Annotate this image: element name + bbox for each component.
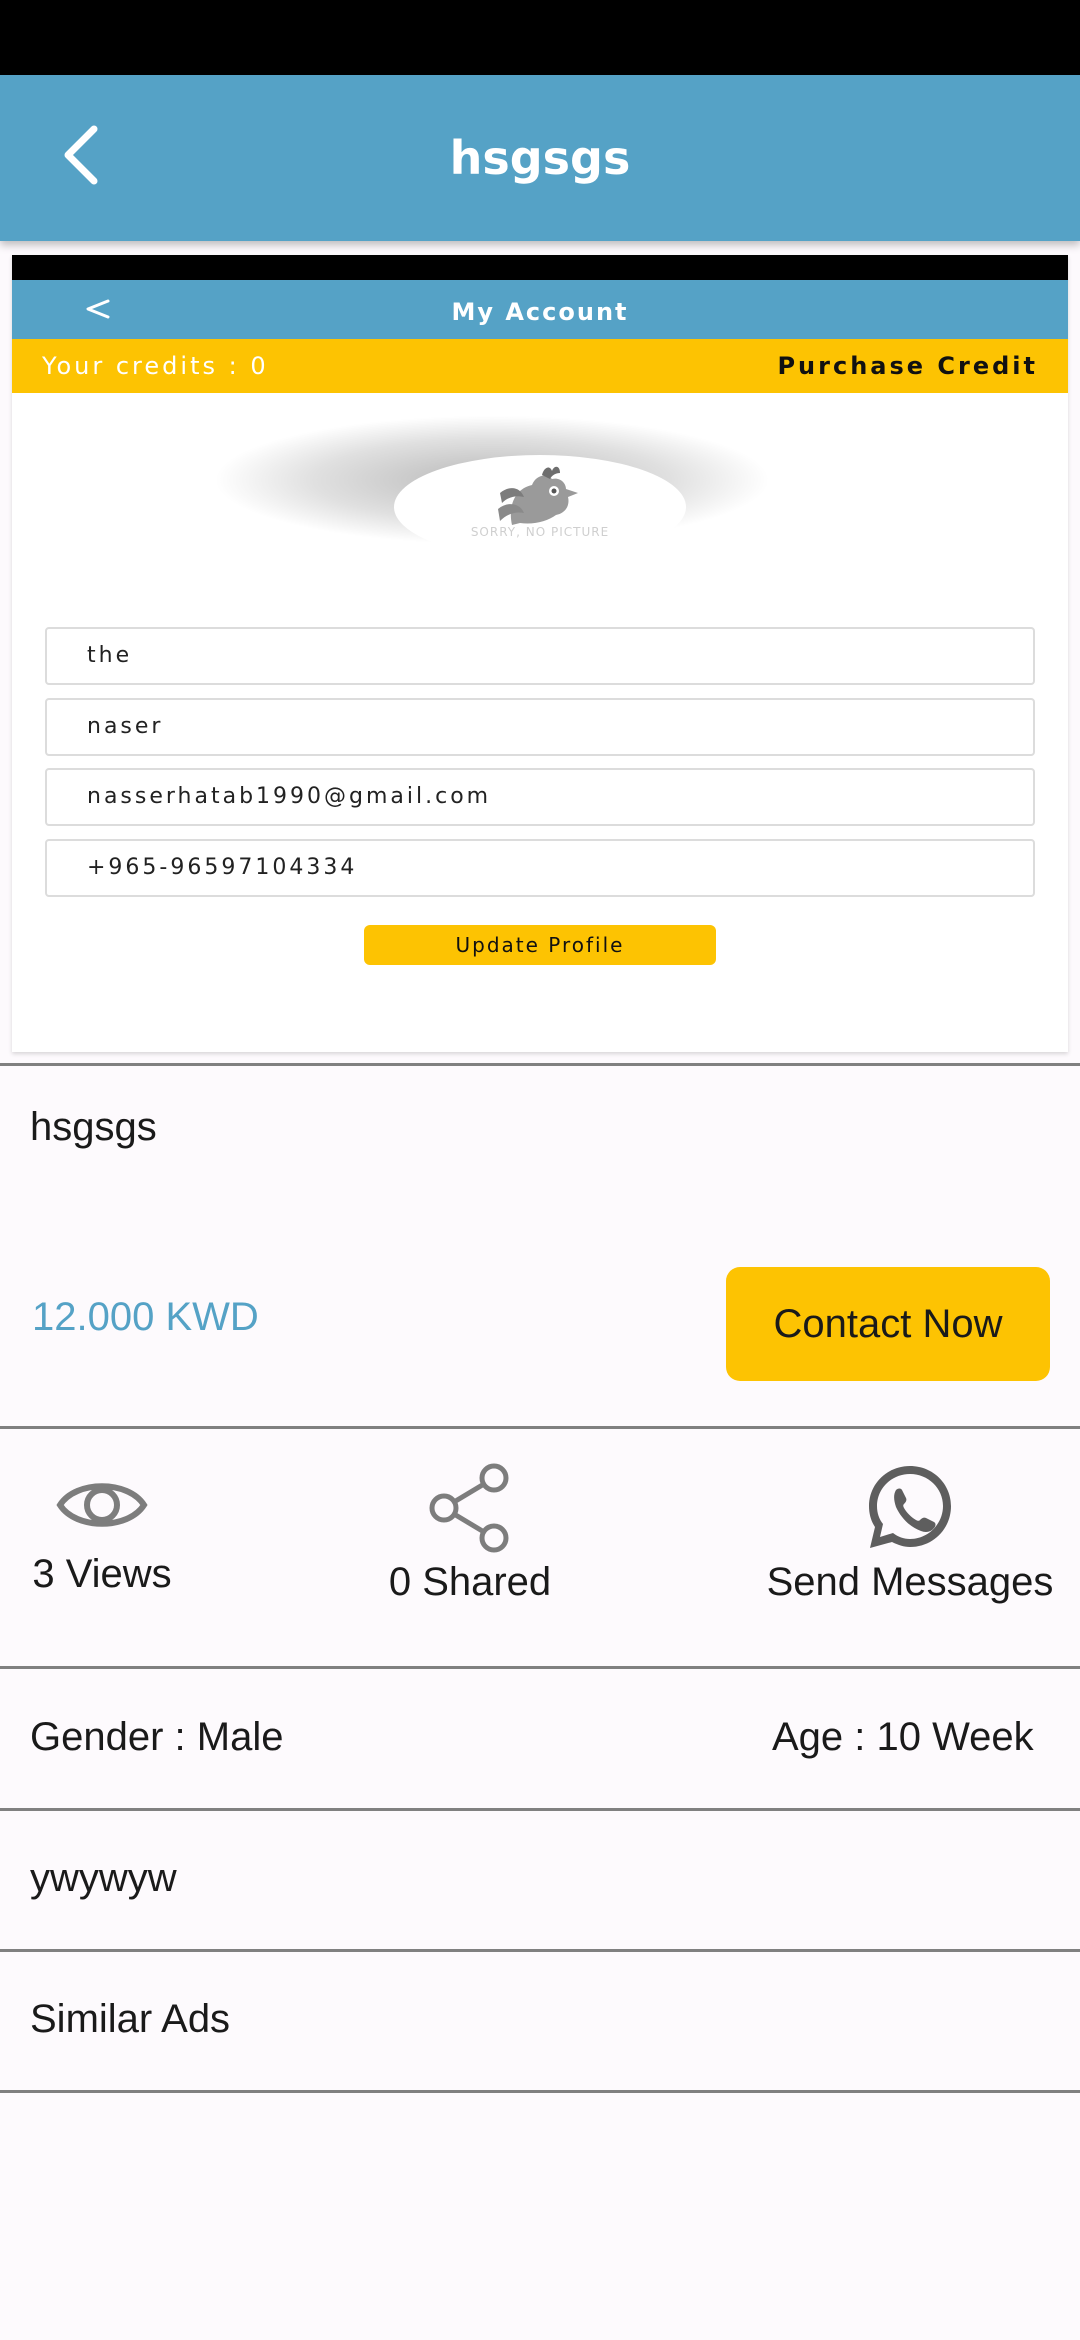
image-update-profile-button: Update Profile xyxy=(364,925,716,965)
image-status-bar xyxy=(12,255,1068,280)
divider xyxy=(0,1666,1080,1669)
rooster-icon xyxy=(498,466,578,525)
share-icon xyxy=(429,1463,509,1553)
app-bar: hsgsgs xyxy=(0,75,1080,241)
divider xyxy=(0,1949,1080,1952)
divider xyxy=(0,1063,1080,1066)
age-text: Age : 10 Week xyxy=(772,1715,1034,1759)
image-field-last-name: naser xyxy=(45,698,1035,756)
contact-now-button[interactable]: Contact Now xyxy=(726,1267,1050,1381)
eye-icon xyxy=(56,1483,148,1527)
send-messages-label: Send Messages xyxy=(766,1560,1054,1604)
share-stat[interactable]: 0 Shared xyxy=(370,1460,570,1605)
send-messages-stat[interactable]: Send Messages xyxy=(760,1460,1060,1605)
image-header-title: My Account xyxy=(451,298,629,326)
image-no-picture-text: SORRY, NO PICTURE xyxy=(470,525,610,539)
image-credits-text: Your credits : 0 xyxy=(42,352,269,380)
views-stat: 3 Views xyxy=(22,1470,182,1597)
ad-price: 12.000 KWD xyxy=(32,1295,259,1339)
divider xyxy=(0,2090,1080,2093)
page-title: hsgsgs xyxy=(449,131,631,185)
divider xyxy=(0,1426,1080,1429)
status-bar xyxy=(0,0,1080,75)
divider xyxy=(0,1808,1080,1811)
image-field-first-name: the xyxy=(45,627,1035,685)
shared-label: 0 Shared xyxy=(388,1560,552,1604)
whatsapp-icon xyxy=(869,1466,951,1548)
image-field-email: nasserhatab1990@gmail.com xyxy=(45,768,1035,826)
ad-image[interactable]: My Account Your credits : 0 Purchase Cre… xyxy=(12,255,1068,1052)
views-label: 3 Views xyxy=(32,1552,172,1596)
image-purchase-credit: Purchase Credit xyxy=(777,352,1038,380)
image-field-phone: +965-96597104334 xyxy=(45,839,1035,897)
description-text: ywywyw xyxy=(30,1856,177,1900)
gender-text: Gender : Male xyxy=(30,1715,284,1759)
ad-title: hsgsgs xyxy=(30,1105,157,1149)
similar-ads-heading: Similar Ads xyxy=(30,1997,231,2041)
